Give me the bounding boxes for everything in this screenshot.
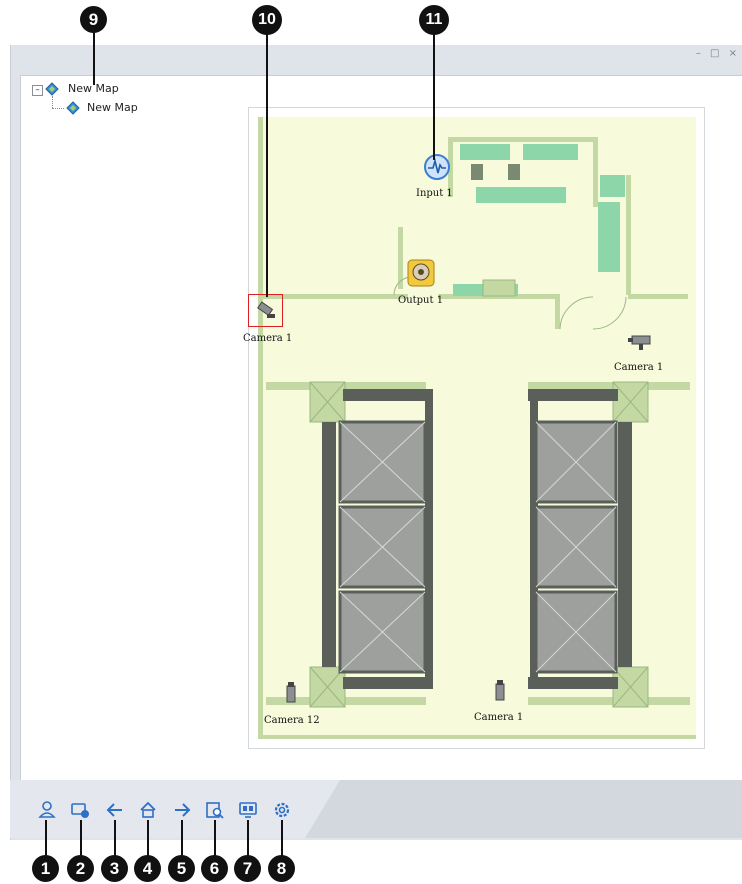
callout-leader-11 — [433, 32, 435, 160]
search-map-icon[interactable] — [205, 800, 225, 820]
tree-child-label[interactable]: New Map — [87, 101, 138, 114]
tree-line — [52, 108, 64, 110]
callout-1: 1 — [32, 855, 59, 882]
callout-5: 5 — [168, 855, 195, 882]
camera-label-selected: Camera 1 — [243, 333, 293, 344]
callout-leader-8 — [281, 820, 283, 858]
callout-7: 7 — [234, 855, 261, 882]
forward-arrow-icon[interactable] — [172, 800, 192, 820]
display-icon[interactable] — [238, 800, 258, 820]
camera-icon[interactable] — [494, 678, 506, 706]
camera-label-bottom-left: Camera 12 — [264, 715, 320, 726]
callout-8: 8 — [268, 855, 295, 882]
callout-leader-9 — [93, 30, 95, 85]
callout-10: 10 — [252, 5, 282, 35]
callout-leader-1 — [45, 820, 47, 858]
callout-3: 3 — [101, 855, 128, 882]
output-label: Output 1 — [398, 295, 444, 306]
toolbar-tab-shape — [305, 780, 742, 838]
map-icon — [45, 82, 59, 96]
back-arrow-icon[interactable] — [105, 800, 125, 820]
collapse-toggle[interactable]: – — [32, 85, 43, 96]
output-speaker-icon[interactable] — [407, 259, 435, 287]
callout-6: 6 — [201, 855, 228, 882]
user-icon[interactable] — [37, 800, 57, 820]
callout-11: 11 — [419, 5, 449, 35]
map-tree-panel: – New Map New Map — [20, 75, 206, 782]
callout-leader-7 — [247, 820, 249, 858]
callout-leader-5 — [181, 820, 183, 858]
home-icon[interactable] — [138, 800, 158, 820]
callout-leader-3 — [114, 820, 116, 858]
window-controls[interactable]: – □ × — [696, 48, 740, 59]
callout-leader-10 — [266, 32, 268, 297]
camera-label-right: Camera 1 — [614, 362, 664, 373]
device-info-icon[interactable] — [70, 800, 90, 820]
input-alarm-icon[interactable] — [423, 153, 451, 181]
camera-icon — [257, 301, 275, 318]
callout-9: 9 — [80, 6, 107, 33]
camera-icon[interactable] — [285, 680, 297, 708]
camera-icon[interactable] — [626, 332, 654, 352]
callout-4: 4 — [134, 855, 161, 882]
callout-2: 2 — [67, 855, 94, 882]
input-label: Input 1 — [416, 188, 453, 199]
callout-leader-4 — [147, 820, 149, 858]
tree-line — [52, 96, 54, 108]
callout-leader-2 — [80, 820, 82, 858]
settings-gear-icon[interactable] — [272, 800, 292, 820]
callout-leader-6 — [214, 820, 216, 858]
map-icon — [66, 101, 80, 115]
camera-label-bottom-mid: Camera 1 — [474, 712, 524, 723]
floor-plan — [248, 107, 705, 749]
